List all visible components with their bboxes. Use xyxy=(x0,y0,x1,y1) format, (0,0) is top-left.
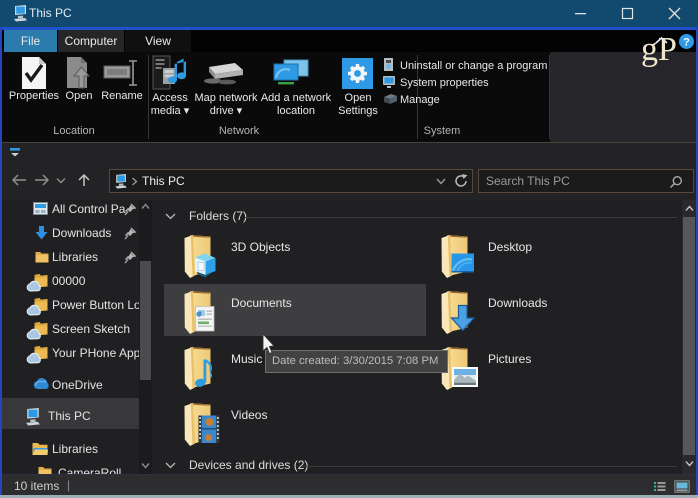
svg-text:?: ? xyxy=(683,36,690,48)
